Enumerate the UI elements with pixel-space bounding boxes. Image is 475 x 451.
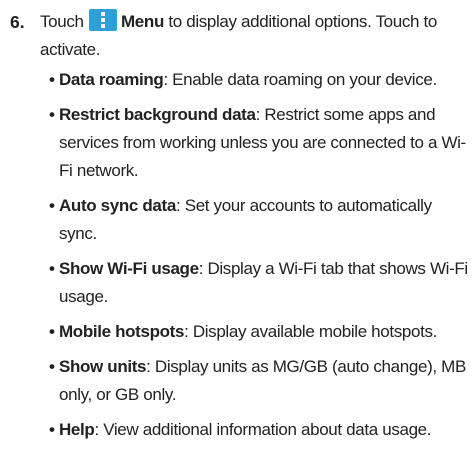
- list-item: • Mobile hotspots: Display available mobi…: [49, 318, 469, 346]
- list-item: • Show Wi-Fi usage: Display a Wi-Fi tab t…: [49, 255, 469, 311]
- bullet: •: [49, 322, 55, 341]
- list-item: • Restrict background data: Restrict some…: [49, 101, 469, 185]
- option-term: Restrict background data: [59, 105, 256, 124]
- bullet: •: [49, 196, 55, 215]
- option-description: : Enable data roaming on your device.: [163, 70, 437, 89]
- option-term: Auto sync data: [59, 196, 176, 215]
- bullet: •: [49, 105, 55, 124]
- bullet: •: [49, 70, 55, 89]
- bullet: •: [49, 259, 55, 278]
- step-number: 6.: [10, 12, 25, 32]
- step-instruction: Touch Menu to display additional options…: [40, 8, 470, 64]
- step-text-touch: Touch: [40, 12, 84, 31]
- bullet: •: [49, 420, 55, 439]
- option-term: Data roaming: [59, 70, 164, 89]
- bullet: •: [49, 357, 55, 376]
- option-term: Show units: [59, 357, 147, 376]
- list-item: • Help: View additional information about…: [49, 416, 469, 444]
- option-description: : Display available mobile hotspots.: [184, 322, 438, 341]
- option-list: • Data roaming: Enable data roaming on yo…: [49, 66, 469, 451]
- option-term: Mobile hotspots: [59, 322, 185, 341]
- list-item: • Show units: Display units as MG/GB (aut…: [49, 353, 469, 409]
- list-item: • Auto sync data: Set your accounts to au…: [49, 192, 469, 248]
- menu-label: Menu: [121, 12, 164, 31]
- option-term: Show Wi-Fi usage: [59, 259, 199, 278]
- step-6: 6. Touch Menu to display additional opti…: [10, 8, 470, 64]
- menu-icon: [89, 9, 117, 31]
- list-item: • Data roaming: Enable data roaming on yo…: [49, 66, 469, 94]
